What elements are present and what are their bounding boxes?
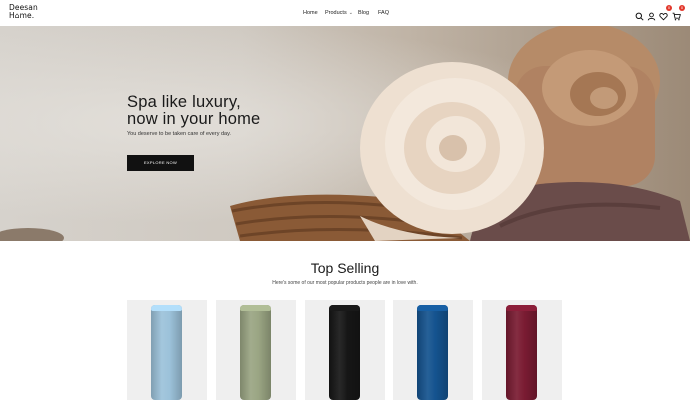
product-image: [417, 305, 448, 400]
product-image: [506, 305, 537, 400]
nav-item-products[interactable]: Products ⌄: [325, 9, 353, 17]
product-card[interactable]: [305, 300, 385, 400]
section-title: Top Selling: [310, 260, 380, 276]
product-image-top: [240, 305, 271, 311]
product-image-top: [506, 305, 537, 311]
hero-title-line-1: Spa like luxury,: [127, 93, 241, 111]
product-image-top: [417, 305, 448, 311]
product-image: [329, 305, 360, 400]
product-card[interactable]: [482, 300, 562, 400]
chevron-down-icon: ⌄: [348, 10, 353, 16]
cart-count-badge: 0: [679, 5, 685, 11]
explore-now-button[interactable]: EXPLORE NOW: [127, 155, 194, 171]
hero-banner: Spa like luxury, now in your home You de…: [0, 26, 690, 241]
hero-title-line-2: now in your home: [127, 110, 261, 128]
site-header: Deesan H⌂me. Home Products ⌄ Blog FAQ 0 0: [0, 0, 690, 26]
cart-icon[interactable]: 0: [672, 5, 685, 21]
hero-subtitle: You deserve to be taken care of every da…: [127, 131, 231, 137]
product-card[interactable]: [393, 300, 473, 400]
heart-icon[interactable]: 0: [659, 5, 672, 21]
nav-item-blog[interactable]: Blog: [358, 9, 369, 17]
main-nav: Home Products ⌄ Blog FAQ: [0, 9, 690, 17]
user-icon[interactable]: [647, 8, 656, 21]
product-card[interactable]: [216, 300, 296, 400]
search-icon[interactable]: [635, 8, 644, 21]
hero-title: Spa like luxury, now in your home: [127, 94, 260, 128]
product-image-top: [151, 305, 182, 311]
hero-towels-image: [0, 26, 690, 241]
product-image-top: [329, 305, 360, 311]
product-image: [151, 305, 182, 400]
nav-item-products-label: Products: [325, 10, 347, 16]
nav-item-home[interactable]: Home: [303, 9, 318, 17]
product-card[interactable]: [127, 300, 207, 400]
nav-item-faq[interactable]: FAQ: [378, 9, 389, 17]
section-subtitle: Here's some of our most popular products…: [272, 280, 418, 286]
product-image: [240, 305, 271, 400]
